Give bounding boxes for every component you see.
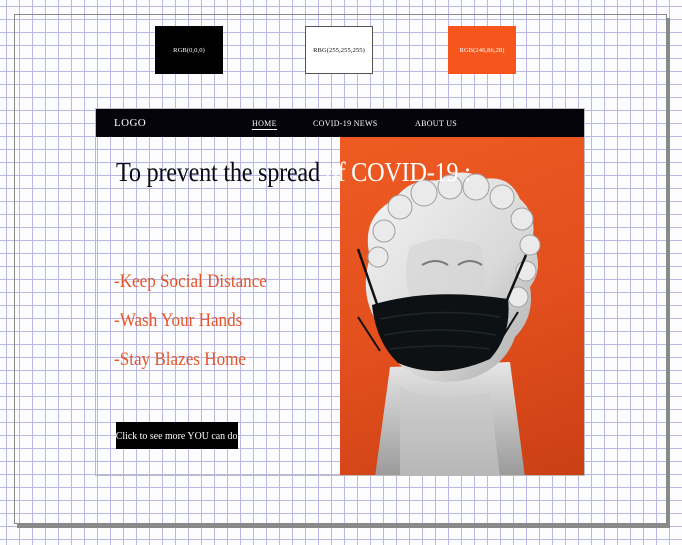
page-headline: To prevent the spread of COVID-19 : [116,157,471,188]
swatch-white: RBG(255,255,255) [305,26,373,74]
nav-item-covid-news[interactable]: COVID-19 NEWS [313,119,378,128]
tip-social-distance: -Keep Social Distance [114,271,267,292]
swatch-orange: RGB(246,86,28) [448,26,516,74]
swatch-orange-label: RGB(246,86,28) [459,46,505,54]
headline-dark-part: To prevent the spread [116,157,326,187]
website-mockup: LOGO HOME COVID-19 NEWS ABOUT US To prev… [95,108,585,476]
logo[interactable]: LOGO [114,117,146,129]
see-more-button[interactable]: Click to see more YOU can do [116,422,238,449]
see-more-button-label: Click to see more YOU can do [116,429,238,442]
nav-item-home[interactable]: HOME [252,119,277,130]
tip-stay-home: -Stay Blazes Home [114,349,247,370]
swatch-black: RGB(0,0,0) [155,26,223,74]
tip-wash-hands: -Wash Your Hands [114,310,243,331]
headline-light-part: of COVID-19 : [325,157,471,187]
swatch-white-label: RBG(255,255,255) [313,46,365,54]
top-navigation: LOGO HOME COVID-19 NEWS ABOUT US [96,109,584,137]
nav-item-about-us[interactable]: ABOUT US [415,119,457,128]
swatch-black-label: RGB(0,0,0) [173,46,205,54]
